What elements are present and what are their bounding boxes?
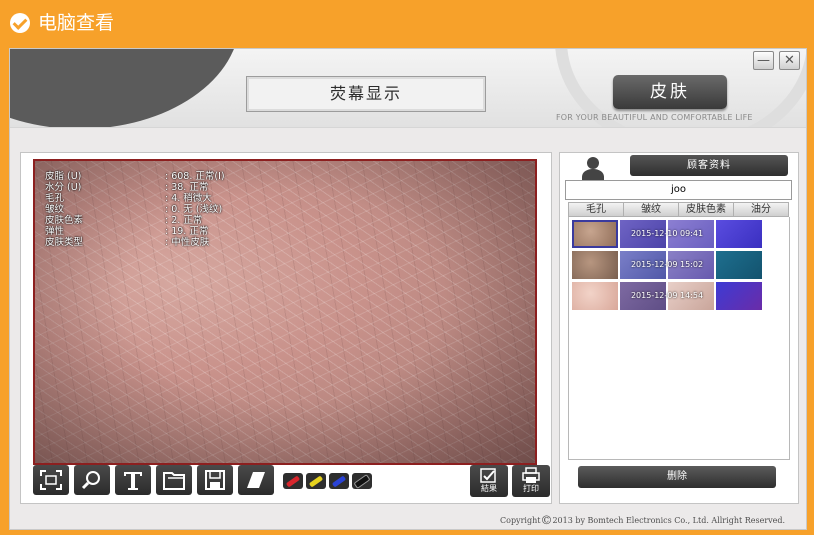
metric-label: 皱纹 xyxy=(45,204,65,215)
metric-value: : 2. 正常 xyxy=(165,215,203,226)
image-toolbar: 結果 打印 xyxy=(33,465,553,499)
tab-pigment[interactable]: 皮肤色素 xyxy=(678,202,734,217)
copyright-symbol: © xyxy=(540,513,553,527)
minimize-button[interactable]: — xyxy=(753,51,774,70)
tagline: FOR YOUR BEAUTIFUL AND COMFORTABLE LIFE xyxy=(556,113,753,122)
thumbnail[interactable] xyxy=(716,282,762,310)
result-label: 結果 xyxy=(481,484,497,493)
screen-title: 荧幕显示 xyxy=(246,76,486,112)
thumbnail[interactable] xyxy=(716,220,762,248)
skin-image-viewer[interactable]: 皮脂 (U) : 608. 正常(I) 水分 (U) : 38. 正常 毛孔 : 4.… xyxy=(33,159,537,465)
metric-row: 弹性 : 19. 正常 xyxy=(45,226,225,237)
metric-value: : 19. 正常 xyxy=(165,226,209,237)
metric-label: 水分 (U) xyxy=(45,182,82,193)
copyright-footer: Copyright©2013 by Bomtech Electronics Co… xyxy=(500,513,785,527)
thumbnail[interactable] xyxy=(572,282,618,310)
metric-row: 水分 (U) : 38. 正常 xyxy=(45,182,225,193)
customer-info-button[interactable]: 顾客资料 xyxy=(630,155,788,176)
save-icon[interactable] xyxy=(197,465,233,495)
record-date: 2015-12-10 09:41 xyxy=(630,229,704,238)
red-pen-icon[interactable] xyxy=(283,473,303,489)
text-icon[interactable] xyxy=(115,465,151,495)
top-bar: 电脑查看 xyxy=(0,0,814,48)
metric-value: : 0. 无 (浅纹) xyxy=(165,204,223,215)
customer-panel: 顾客资料 joo 毛孔 皱纹 皮肤色素 油分 2015-12-10 09:41 … xyxy=(559,152,799,504)
app-header: 荧幕显示 皮肤 FOR YOUR BEAUTIFUL AND COMFORTAB… xyxy=(10,49,806,128)
metrics-overlay: 皮脂 (U) : 608. 正常(I) 水分 (U) : 38. 正常 毛孔 : 4.… xyxy=(45,171,225,248)
window-title: 电脑查看 xyxy=(38,12,115,34)
print-button[interactable]: 打印 xyxy=(512,465,550,497)
metric-row: 皮肤类型 : 中性皮肤 xyxy=(45,237,225,248)
metric-label: 皮肤类型 xyxy=(45,237,84,248)
open-folder-icon[interactable] xyxy=(156,465,192,495)
delete-button[interactable]: 删除 xyxy=(578,466,776,488)
tab-wrinkles[interactable]: 皱纹 xyxy=(623,202,679,217)
image-panel: 皮脂 (U) : 608. 正常(I) 水分 (U) : 38. 正常 毛孔 : 4.… xyxy=(20,152,552,504)
thumbnail[interactable] xyxy=(572,251,618,279)
fit-screen-icon[interactable] xyxy=(33,465,69,495)
result-icon xyxy=(480,468,496,483)
close-button[interactable]: ✕ xyxy=(779,51,800,70)
header-decoration xyxy=(10,49,240,127)
thumbnail[interactable] xyxy=(572,220,618,248)
metric-row: 皱纹 : 0. 无 (浅纹) xyxy=(45,204,225,215)
metric-value: : 中性皮肤 xyxy=(165,237,210,248)
metric-label: 弹性 xyxy=(45,226,65,237)
blue-pen-icon[interactable] xyxy=(329,473,349,489)
tab-oil[interactable]: 油分 xyxy=(733,202,789,217)
print-label: 打印 xyxy=(523,484,539,493)
black-pen-icon[interactable] xyxy=(352,473,372,489)
metric-row: 毛孔 : 4. 稍微大 xyxy=(45,193,225,204)
metric-value: : 4. 稍微大 xyxy=(165,193,212,204)
metric-label: 毛孔 xyxy=(45,193,65,204)
customer-name-field[interactable]: joo xyxy=(565,180,792,200)
tab-pores[interactable]: 毛孔 xyxy=(568,202,624,217)
printer-icon xyxy=(522,467,540,483)
result-button[interactable]: 結果 xyxy=(470,465,508,497)
metric-value: : 608. 正常(I) xyxy=(165,171,225,182)
skin-button[interactable]: 皮肤 xyxy=(613,75,727,109)
thumbnail[interactable] xyxy=(716,251,762,279)
metric-row: 皮肤色素 : 2. 正常 xyxy=(45,215,225,226)
copyright-text: 2013 by Bomtech Electronics Co., Ltd. Al… xyxy=(552,516,786,525)
copyright-text: Copyright xyxy=(500,516,541,525)
category-tabs: 毛孔 皱纹 皮肤色素 油分 xyxy=(568,202,789,217)
metric-value: : 38. 正常 xyxy=(165,182,209,193)
app-window: 荧幕显示 皮肤 FOR YOUR BEAUTIFUL AND COMFORTAB… xyxy=(9,48,807,530)
metric-row: 皮脂 (U) : 608. 正常(I) xyxy=(45,171,225,182)
record-date: 2015-12-09 15:02 xyxy=(630,260,704,269)
thumbnail-grid: 2015-12-10 09:41 2015-12-09 15:02 2015-1… xyxy=(568,217,790,460)
metric-label: 皮肤色素 xyxy=(45,215,84,226)
eraser-icon[interactable] xyxy=(238,465,274,495)
record-date: 2015-12-09 14:54 xyxy=(630,291,704,300)
check-circle-icon xyxy=(10,13,30,33)
yellow-pen-icon[interactable] xyxy=(306,473,326,489)
zoom-icon[interactable] xyxy=(74,465,110,495)
metric-label: 皮脂 (U) xyxy=(45,171,82,182)
